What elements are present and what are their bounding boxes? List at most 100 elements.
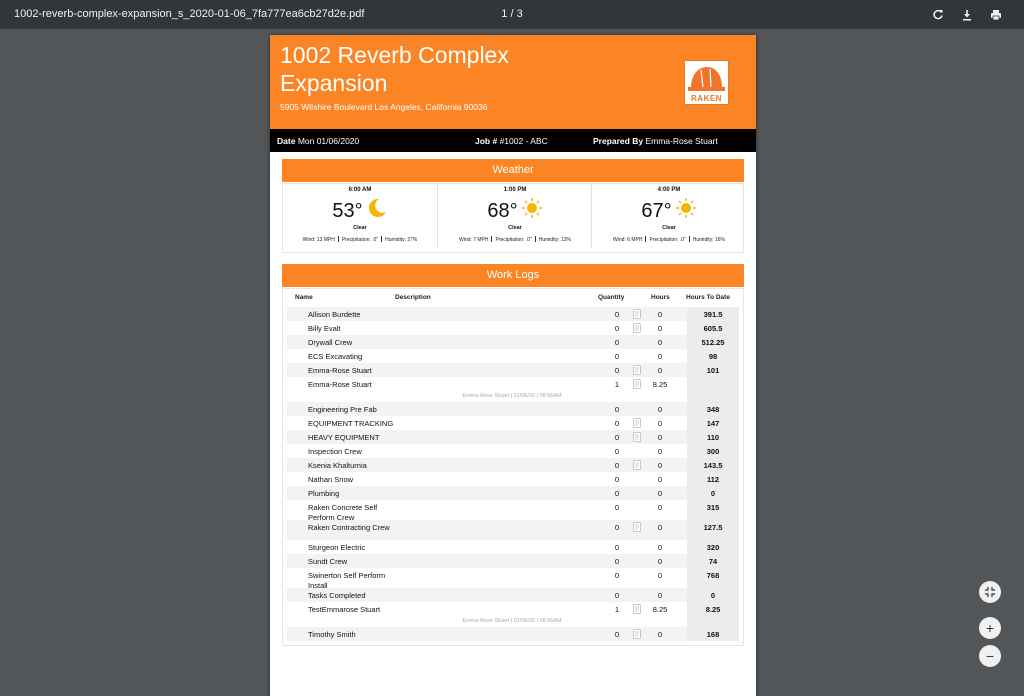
weather-condition: Clear bbox=[508, 225, 522, 231]
row-hours-to-date: 348 bbox=[706, 405, 720, 414]
row-name: Raken Contracting Crew bbox=[308, 523, 390, 532]
weather-temp: 67° bbox=[592, 197, 746, 223]
report-header: 1002 Reverb Complex Expansion 5905 Wilsh… bbox=[270, 35, 756, 129]
row-hours-to-date: 147 bbox=[706, 419, 720, 428]
file-name: 1002-reverb-complex-expansion_s_2020-01-… bbox=[14, 8, 365, 20]
row-hours-to-date: 391.5 bbox=[703, 310, 723, 319]
weather-temp: 68° bbox=[438, 197, 592, 223]
row-quantity: 0 bbox=[614, 433, 619, 442]
table-row: Allison Burdette 0 0 391.5 bbox=[287, 307, 739, 321]
raken-logo: RAKEN bbox=[684, 60, 729, 105]
row-hours: 0 bbox=[657, 503, 663, 512]
note-icon[interactable] bbox=[631, 522, 643, 532]
row-quantity: 1 bbox=[614, 380, 619, 389]
table-row: Sturgeon Electric 0 0 320 bbox=[287, 540, 739, 554]
table-row: Emma-Rose Stuart 1 8.25 Emma-Rose Stuart | … bbox=[287, 377, 739, 402]
weather-condition: Clear bbox=[662, 225, 676, 231]
table-header: Name Description Quantity Hours Hours To… bbox=[283, 294, 743, 304]
row-hours-to-date: 300 bbox=[706, 447, 720, 456]
pdf-toolbar: 1002-reverb-complex-expansion_s_2020-01-… bbox=[0, 0, 1024, 29]
weather-time: 1:00 PM bbox=[503, 187, 527, 193]
note-icon[interactable] bbox=[631, 418, 643, 428]
row-quantity: 0 bbox=[614, 630, 619, 639]
note-icon[interactable] bbox=[631, 323, 643, 333]
plus-icon: + bbox=[985, 620, 995, 636]
row-hours: 0 bbox=[657, 419, 663, 428]
row-hours: 0 bbox=[657, 630, 663, 639]
row-hours: 0 bbox=[657, 405, 663, 414]
note-icon[interactable] bbox=[631, 309, 643, 319]
row-hours-to-date: 512.25 bbox=[701, 338, 725, 347]
row-quantity: 0 bbox=[614, 571, 619, 580]
table-row: Plumbing 0 0 0 bbox=[287, 486, 739, 500]
row-name: Billy Evalt bbox=[308, 324, 341, 333]
table-row: Billy Evalt 0 0 605.5 bbox=[287, 321, 739, 335]
col-hours-to-date: Hours To Date bbox=[686, 294, 730, 301]
zoom-out-button[interactable]: − bbox=[979, 645, 1001, 667]
row-hours-to-date: 0 bbox=[710, 489, 716, 498]
row-hours-to-date: 168 bbox=[706, 630, 720, 639]
note-icon[interactable] bbox=[631, 460, 643, 470]
sun-icon bbox=[675, 198, 696, 218]
worklogs-table: Name Description Quantity Hours Hours To… bbox=[282, 288, 744, 646]
row-quantity: 0 bbox=[614, 461, 619, 470]
row-quantity: 0 bbox=[614, 503, 619, 512]
table-row: Raken Concrete Self Perform Crew 0 0 315 bbox=[287, 500, 739, 522]
row-hours-to-date: 8.25 bbox=[705, 605, 721, 614]
page-indicator: 1 / 3 bbox=[501, 8, 523, 20]
table-row: Engineering Pre Fab 0 0 348 bbox=[287, 402, 739, 416]
fit-page-button[interactable] bbox=[979, 581, 1001, 603]
prepared-by: Prepared By Emma-Rose Stuart bbox=[593, 136, 718, 146]
row-quantity: 0 bbox=[614, 489, 619, 498]
row-name: Tasks Completed bbox=[308, 591, 366, 600]
row-hours-to-date: 101 bbox=[706, 366, 720, 375]
table-row: EQUIPMENT TRACKING 0 0 147 bbox=[287, 416, 739, 430]
row-name: Plumbing bbox=[308, 489, 340, 498]
pdf-page: 1002 Reverb Complex Expansion 5905 Wilsh… bbox=[270, 35, 756, 696]
job-number: Job # #1002 - ABC bbox=[475, 136, 548, 146]
row-hours: 0 bbox=[657, 338, 663, 347]
row-quantity: 0 bbox=[614, 523, 619, 532]
row-quantity: 0 bbox=[614, 310, 619, 319]
note-icon[interactable] bbox=[631, 379, 643, 389]
note-icon[interactable] bbox=[631, 629, 643, 639]
weather-entry: 4:00 PM 67° Clear Wind: 6 MPH Precipitati… bbox=[591, 184, 745, 248]
weather-time: 4:00 PM bbox=[657, 187, 681, 193]
download-button[interactable] bbox=[957, 5, 977, 25]
row-name: Sundt Crew bbox=[308, 557, 348, 566]
row-hours-to-date: 112 bbox=[706, 475, 720, 484]
report-info-bar: Date Mon 01/06/2020 Job # #1002 - ABC Pr… bbox=[270, 129, 756, 152]
note-icon[interactable] bbox=[631, 604, 643, 614]
row-name: ECS Excavating bbox=[308, 352, 363, 361]
note-icon[interactable] bbox=[631, 365, 643, 375]
row-name: Emma-Rose Stuart bbox=[308, 380, 372, 389]
row-name: Drywall Crew bbox=[308, 338, 353, 347]
table-row: HEAVY EQUIPMENT 0 0 110 bbox=[287, 430, 739, 444]
weather-heading: Weather bbox=[282, 159, 744, 182]
table-row: ECS Excavating 0 0 98 bbox=[287, 349, 739, 363]
row-hours: 8.25 bbox=[652, 605, 668, 614]
row-hours: 8.25 bbox=[652, 380, 668, 389]
row-hours-to-date: 110 bbox=[706, 433, 720, 442]
row-hours: 0 bbox=[657, 571, 663, 580]
row-hours: 0 bbox=[657, 352, 663, 361]
row-hours: 0 bbox=[657, 475, 663, 484]
rotate-button[interactable] bbox=[928, 5, 948, 25]
row-hours: 0 bbox=[657, 489, 663, 498]
zoom-in-button[interactable]: + bbox=[979, 617, 1001, 639]
row-name: Sturgeon Electric bbox=[308, 543, 366, 552]
project-title: 1002 Reverb Complex Expansion bbox=[280, 42, 509, 96]
table-row: Drywall Crew 0 0 512.25 bbox=[287, 335, 739, 349]
fit-page-icon bbox=[985, 587, 995, 597]
row-hours: 0 bbox=[657, 543, 663, 552]
row-hours-to-date: 127.5 bbox=[703, 523, 723, 532]
note-icon[interactable] bbox=[631, 432, 643, 442]
weather-time: 6:00 AM bbox=[348, 187, 372, 193]
row-hours-to-date: 605.5 bbox=[703, 324, 723, 333]
row-quantity: 0 bbox=[614, 447, 619, 456]
print-icon bbox=[991, 10, 1001, 21]
table-row: Tasks Completed 0 0 0 bbox=[287, 588, 739, 602]
print-button[interactable] bbox=[986, 5, 1006, 25]
weather-panel: 6:00 AM 53° Clear Wind: 13 MPH Precipitat… bbox=[282, 183, 744, 253]
row-hours-to-date: 98 bbox=[708, 352, 718, 361]
